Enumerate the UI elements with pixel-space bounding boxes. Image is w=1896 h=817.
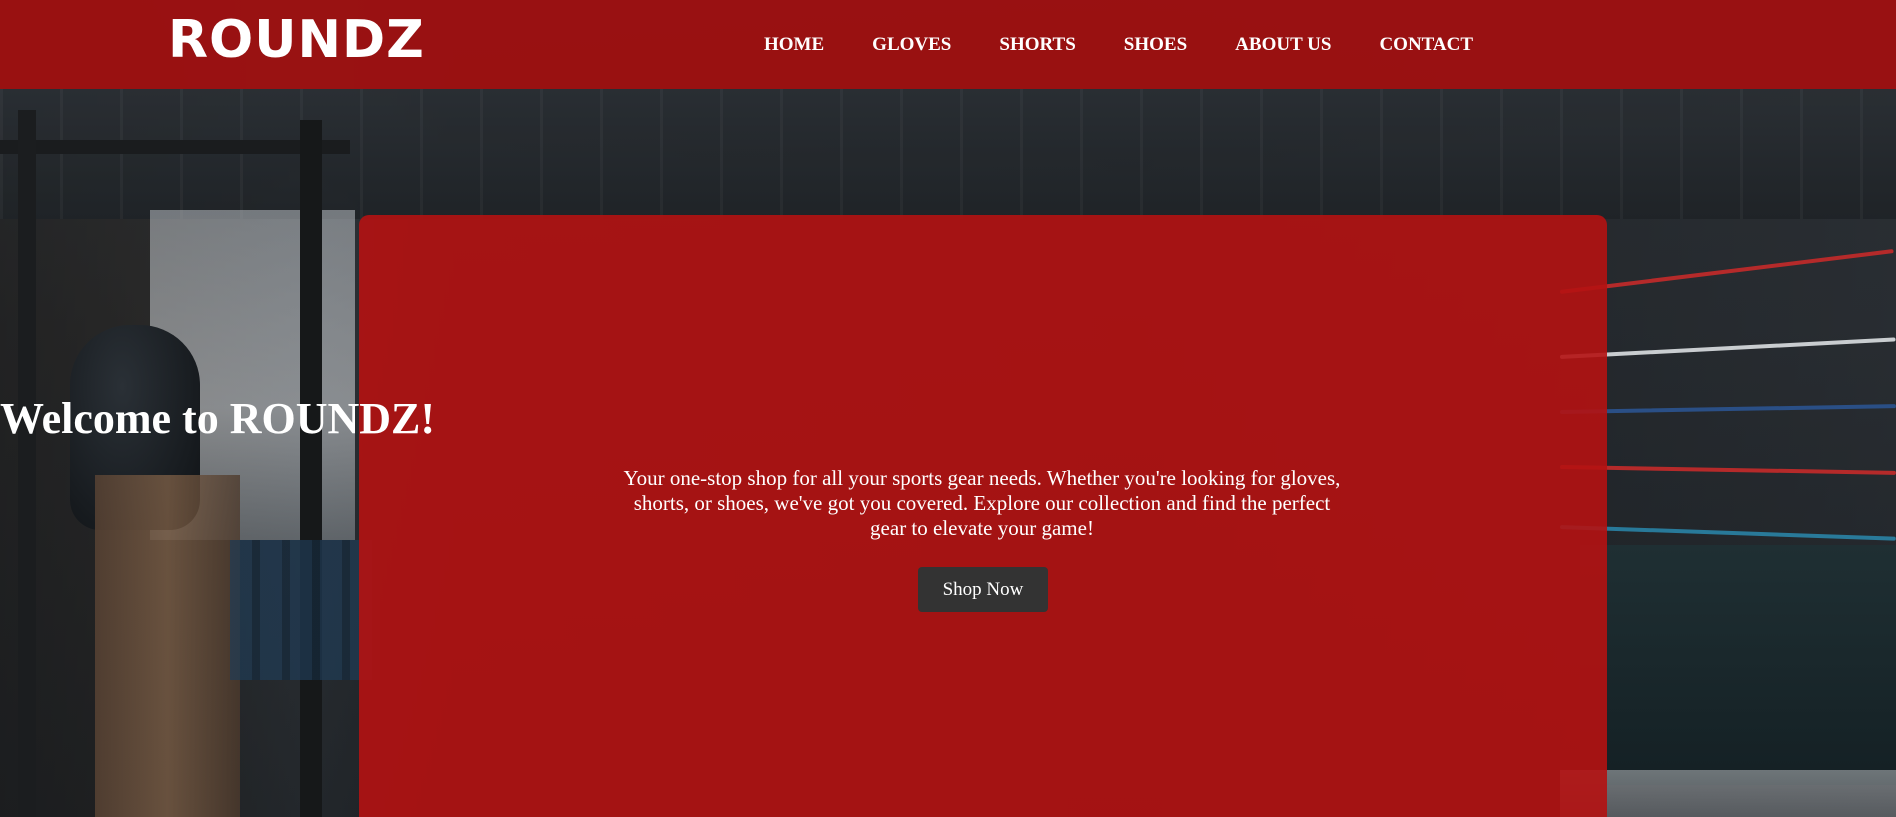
ring-rope (1559, 337, 1896, 359)
shop-now-button[interactable]: Shop Now (918, 567, 1048, 612)
nav-link-gloves[interactable]: GLOVES (872, 34, 951, 56)
nav-link-about-us[interactable]: ABOUT US (1235, 34, 1331, 56)
background-chairs (230, 540, 380, 680)
nav-link-contact[interactable]: CONTACT (1379, 34, 1473, 56)
ring-floor (1560, 770, 1896, 817)
ring-rope (1559, 465, 1896, 475)
ring-rope (1559, 525, 1896, 541)
page: ROUNDZ HOME GLOVES SHORTS SHOES ABOUT US… (0, 0, 1896, 817)
background-locker (95, 475, 240, 817)
background-pole (18, 110, 36, 817)
site-logo[interactable]: ROUNDZ (168, 10, 425, 70)
background-pole (300, 120, 322, 817)
boxing-ring (1559, 249, 1896, 817)
nav-link-home[interactable]: HOME (764, 34, 824, 56)
hero-description: Your one-stop shop for all your sports g… (623, 466, 1341, 540)
background-ceiling (0, 89, 1896, 219)
ring-apron (1580, 545, 1896, 785)
nav-link-shoes[interactable]: SHOES (1124, 34, 1187, 56)
hero-title: Welcome to ROUNDZ! (0, 394, 436, 443)
main-nav: HOME GLOVES SHORTS SHOES ABOUT US CONTAC… (764, 0, 1473, 89)
site-header: ROUNDZ HOME GLOVES SHORTS SHOES ABOUT US… (0, 0, 1896, 89)
nav-link-shorts[interactable]: SHORTS (999, 34, 1075, 56)
background-bar (0, 140, 350, 154)
ring-rope (1559, 249, 1894, 294)
